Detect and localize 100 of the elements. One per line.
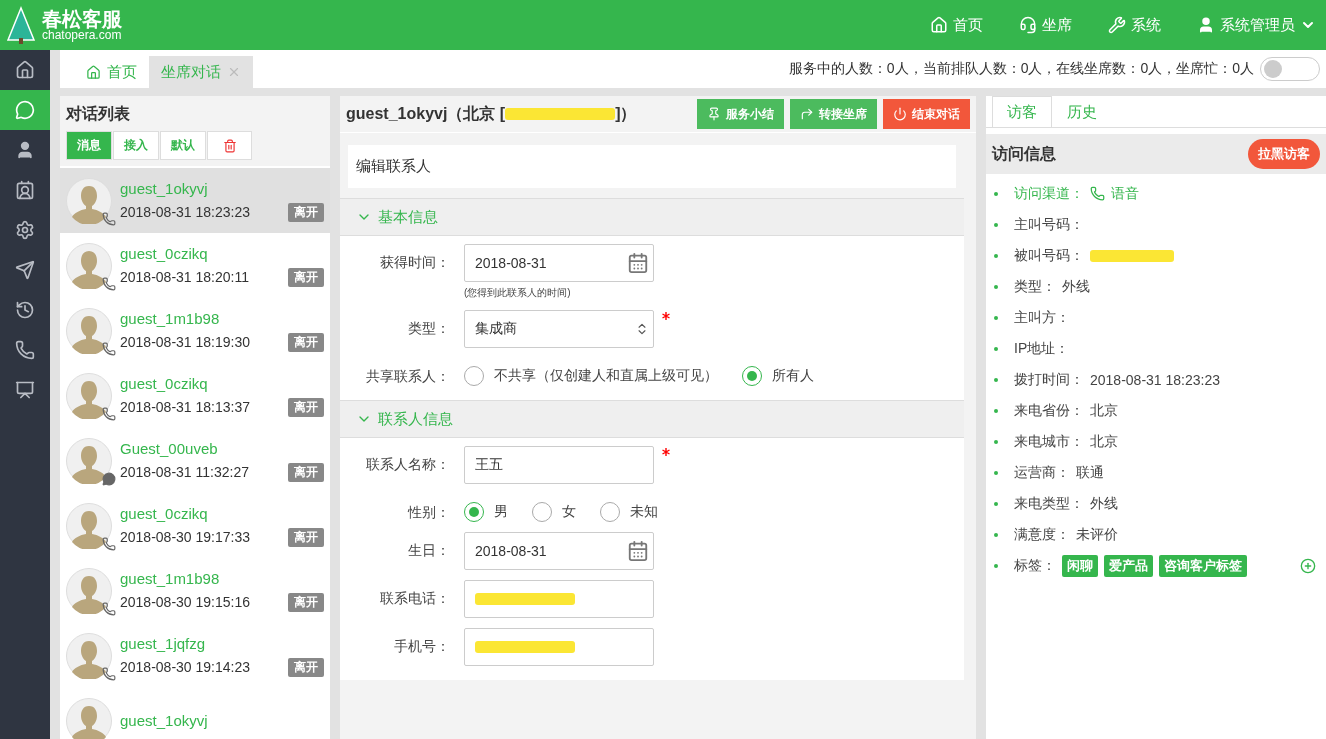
home-icon xyxy=(86,64,101,80)
panel-title: 访问信息 xyxy=(992,143,1056,164)
top-nav-link[interactable]: 系统 xyxy=(1108,15,1161,35)
input-field[interactable] xyxy=(464,628,654,666)
info-label: 标签： xyxy=(1014,556,1056,575)
input-field[interactable] xyxy=(464,580,654,618)
status-tag: 离开 xyxy=(288,267,324,287)
status-tag: 离开 xyxy=(288,397,324,417)
busy-switch[interactable] xyxy=(1260,57,1320,81)
action-button[interactable]: 转接坐席 xyxy=(790,99,877,129)
list-title: 对话列表 xyxy=(66,104,131,124)
conversation-time: 2018-08-31 18:13:37 xyxy=(120,399,250,415)
top-nav-link[interactable]: 首页 xyxy=(930,15,983,35)
chart-icon xyxy=(15,380,35,400)
conversation-title: guest_1okyvj（北京 [ xyxy=(346,103,506,124)
avatar xyxy=(66,437,112,484)
guest-name: guest_1jqfzg xyxy=(120,634,207,652)
section-header[interactable]: 基本信息 xyxy=(340,198,964,236)
visitor-tag: 闲聊 xyxy=(1062,554,1098,577)
action-button[interactable]: 服务小结 xyxy=(697,99,784,129)
field-label: 获得时间： xyxy=(379,253,451,272)
panel-tab[interactable]: 历史 xyxy=(1052,96,1112,127)
conversation-item[interactable]: guest_1okyvj 2018-08-31 18:23:23 离开 xyxy=(60,168,330,233)
info-label: 类型： xyxy=(1014,277,1056,296)
field-label: 手机号： xyxy=(393,637,451,656)
select-field[interactable]: 集成商 xyxy=(464,310,654,348)
top-nav-link[interactable]: 系统管理员 xyxy=(1197,15,1316,35)
info-label: 访问渠道： xyxy=(1014,184,1084,203)
filter-button[interactable]: 接入 xyxy=(113,131,159,160)
tree-logo-icon xyxy=(6,6,36,44)
input-field[interactable]: 王五 xyxy=(464,446,654,484)
info-label: 来电类型： xyxy=(1014,494,1084,513)
phone-icon xyxy=(102,601,116,616)
info-value: 未评价 xyxy=(1076,525,1118,544)
avatar xyxy=(66,242,112,289)
phone-icon xyxy=(102,666,116,681)
radio-option[interactable]: 未知 xyxy=(600,502,658,522)
guest-name: guest_1m1b98 xyxy=(120,569,221,587)
conversation-title-end: ]） xyxy=(615,103,637,124)
visitor-tag: 咨询客户标签 xyxy=(1159,554,1247,577)
avatar xyxy=(66,502,112,549)
guest-name: Guest_00uveb xyxy=(120,439,219,457)
wrench-icon xyxy=(1108,16,1126,34)
arrow-icon xyxy=(800,107,814,121)
info-label: 来电城市： xyxy=(1014,432,1084,451)
calendar-icon xyxy=(627,252,649,274)
guest-name: guest_0czikq xyxy=(120,504,209,522)
home-icon xyxy=(930,16,948,34)
power-icon xyxy=(893,107,907,121)
date-field[interactable]: 2018-08-31 xyxy=(464,244,654,282)
conversation-time: 2018-08-30 19:14:23 xyxy=(120,659,250,675)
filter-button[interactable]: 消息 xyxy=(66,131,112,160)
user-icon xyxy=(15,140,35,160)
phone-icon xyxy=(102,276,116,291)
info-value: 外线 xyxy=(1090,494,1118,513)
section-header[interactable]: 联系人信息 xyxy=(340,400,964,438)
conversation-time: 2018-08-31 11:32:27 xyxy=(120,464,249,480)
panel-tab[interactable]: 访客 xyxy=(992,96,1052,127)
field-label: 性别： xyxy=(406,503,451,522)
phone-icon xyxy=(15,340,35,360)
avatar xyxy=(66,372,112,419)
page-tab[interactable]: 坐席对话 xyxy=(149,56,253,88)
visitor-tag: 爱产品 xyxy=(1104,554,1153,577)
status-tag: 离开 xyxy=(288,527,324,547)
chat-icon xyxy=(102,471,116,486)
phone-icon xyxy=(102,536,116,551)
info-value: 外线 xyxy=(1062,277,1090,296)
conversation-time: 2018-08-31 18:23:23 xyxy=(120,204,250,220)
radio-option[interactable]: 所有人 xyxy=(742,366,814,386)
phone-icon xyxy=(102,341,116,356)
phone-icon xyxy=(1090,186,1105,201)
info-label: 被叫号码： xyxy=(1014,246,1084,265)
date-field[interactable]: 2018-08-31 xyxy=(464,532,654,570)
filter-button[interactable] xyxy=(207,131,252,160)
field-hint: (您得到此联系人的时间) xyxy=(464,286,572,300)
top-nav-link[interactable]: 坐席 xyxy=(1019,15,1072,35)
phone-icon xyxy=(102,406,116,421)
info-label: 满意度： xyxy=(1014,525,1070,544)
paper-plane-icon xyxy=(15,260,35,280)
guest-name: guest_1okyvj xyxy=(120,179,209,197)
status-tag: 离开 xyxy=(288,462,324,482)
trash-icon xyxy=(222,138,237,153)
field-label: 类型： xyxy=(407,319,451,338)
add-icon[interactable] xyxy=(1300,557,1316,574)
field-label: 生日： xyxy=(407,541,451,560)
status-tag: 离开 xyxy=(288,657,324,677)
block-visitor-button[interactable]: 拉黑访客 xyxy=(1248,139,1320,169)
action-button[interactable]: 结束对话 xyxy=(883,99,970,129)
guest-name: guest_1m1b98 xyxy=(120,309,221,327)
status-tag: 离开 xyxy=(288,592,324,612)
radio-option[interactable]: 女 xyxy=(532,502,576,522)
radio-option[interactable]: 不共享（仅创建人和直属上级可见） xyxy=(464,366,718,386)
settings-icon xyxy=(15,220,35,240)
info-value: 语音 xyxy=(1111,184,1139,203)
contact-icon xyxy=(15,180,35,200)
avatar xyxy=(66,567,112,614)
brand-domain: chatopera.com xyxy=(42,29,122,41)
filter-button[interactable]: 默认 xyxy=(160,131,206,160)
radio-option[interactable]: 男 xyxy=(464,502,508,522)
headset-icon xyxy=(1019,16,1037,34)
